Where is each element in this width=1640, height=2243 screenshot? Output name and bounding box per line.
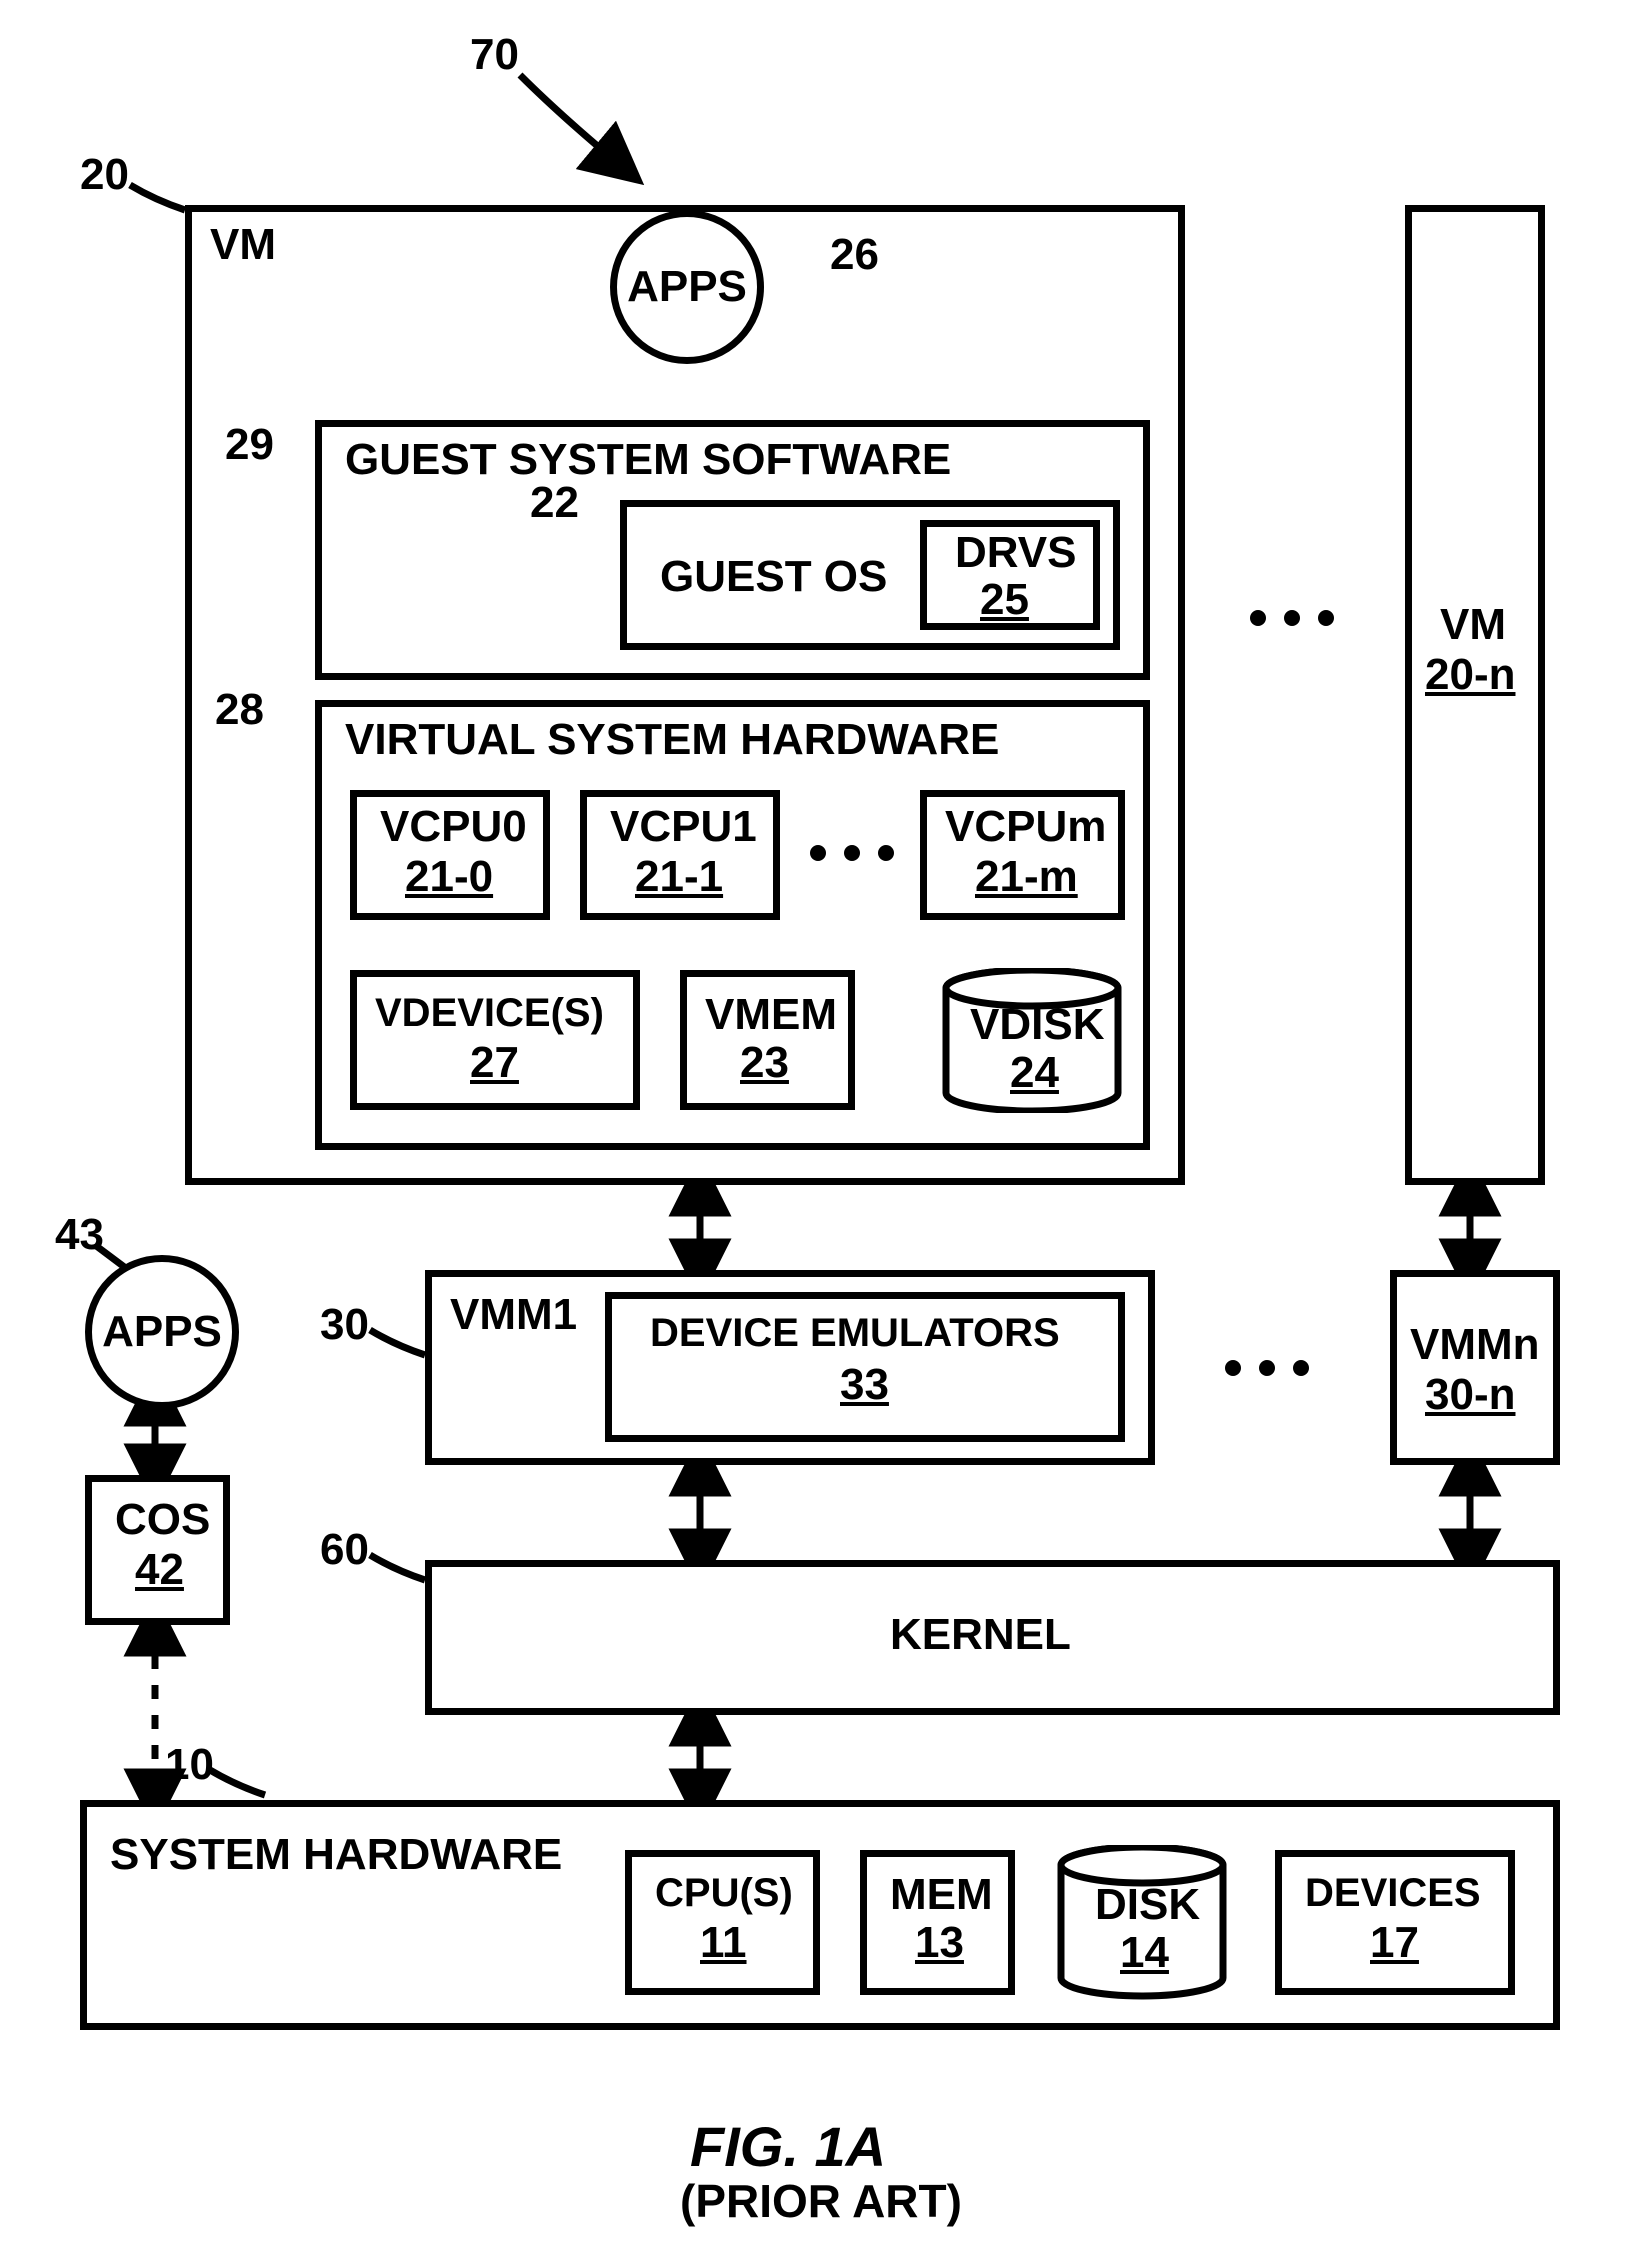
apps-vm-label: APPS — [627, 262, 747, 313]
devices-label: DEVICES — [1305, 1870, 1481, 1916]
cpus-label: CPU(S) — [655, 1870, 793, 1916]
apps-cos-circle: APPS — [85, 1255, 239, 1409]
ref-vcpum: 21-m — [975, 852, 1078, 903]
ref-26: 26 — [830, 230, 879, 281]
ref-devices: 17 — [1370, 1918, 1419, 1969]
ref-cpus: 11 — [700, 1918, 747, 1969]
ref-29: 29 — [225, 420, 274, 471]
ref-vmem: 23 — [740, 1038, 789, 1089]
ref-disk: 14 — [1120, 1928, 1169, 1979]
ref-vcpu1: 21-1 — [635, 852, 723, 903]
ref-10: 10 — [165, 1740, 214, 1791]
vcpu0-label: VCPU0 — [380, 802, 527, 853]
apps-cos-label: APPS — [102, 1307, 222, 1358]
vmmn-label: VMMn — [1410, 1320, 1540, 1371]
ref-20: 20 — [80, 150, 129, 201]
vcpu1-label: VCPU1 — [610, 802, 757, 853]
ref-30: 30 — [320, 1300, 369, 1351]
ref-mem: 13 — [915, 1918, 964, 1969]
ref-60: 60 — [320, 1525, 369, 1576]
vmem-label: VMEM — [705, 990, 837, 1041]
vm-ellipsis — [1250, 610, 1334, 626]
syshw-label: SYSTEM HARDWARE — [110, 1830, 562, 1881]
ref-33: 33 — [840, 1360, 889, 1411]
vdevices-label: VDEVICE(S) — [375, 990, 604, 1036]
kernel-label: KERNEL — [890, 1610, 1071, 1661]
cos-label: COS — [115, 1495, 210, 1546]
ref-70: 70 — [470, 30, 519, 81]
ref-cos: 42 — [135, 1545, 184, 1596]
gss-label: GUEST SYSTEM SOFTWARE — [345, 435, 951, 486]
ref-28: 28 — [215, 685, 264, 736]
device-emulators-label: DEVICE EMULATORS — [650, 1310, 1060, 1356]
ref-22: 22 — [530, 478, 579, 529]
vcpu-ellipsis — [810, 845, 894, 861]
ref-vmmn: 30-n — [1425, 1370, 1515, 1421]
vmm1-label: VMM1 — [450, 1290, 577, 1341]
disk-label: DISK — [1095, 1880, 1200, 1931]
ref-vdevices: 27 — [470, 1038, 519, 1089]
vsh-label: VIRTUAL SYSTEM HARDWARE — [345, 715, 999, 766]
drvs-label: DRVS — [955, 528, 1076, 579]
ref-vcpu0: 21-0 — [405, 852, 493, 903]
vm-label: VM — [210, 220, 276, 271]
vmn-label: VM — [1440, 600, 1506, 651]
apps-vm-circle: APPS — [610, 210, 764, 364]
figure-subtitle: (PRIOR ART) — [680, 2175, 962, 2228]
mem-label: MEM — [890, 1870, 993, 1921]
guestos-label: GUEST OS — [660, 552, 887, 603]
ref-43: 43 — [55, 1210, 104, 1261]
vdisk-label: VDISK — [970, 1000, 1104, 1051]
vcpum-label: VCPUm — [945, 802, 1106, 853]
ref-25: 25 — [980, 575, 1029, 626]
ref-vmn: 20-n — [1425, 650, 1515, 701]
figure-title: FIG. 1A — [690, 2115, 886, 2179]
ref-vdisk: 24 — [1010, 1048, 1059, 1099]
vmm-ellipsis — [1225, 1360, 1309, 1376]
